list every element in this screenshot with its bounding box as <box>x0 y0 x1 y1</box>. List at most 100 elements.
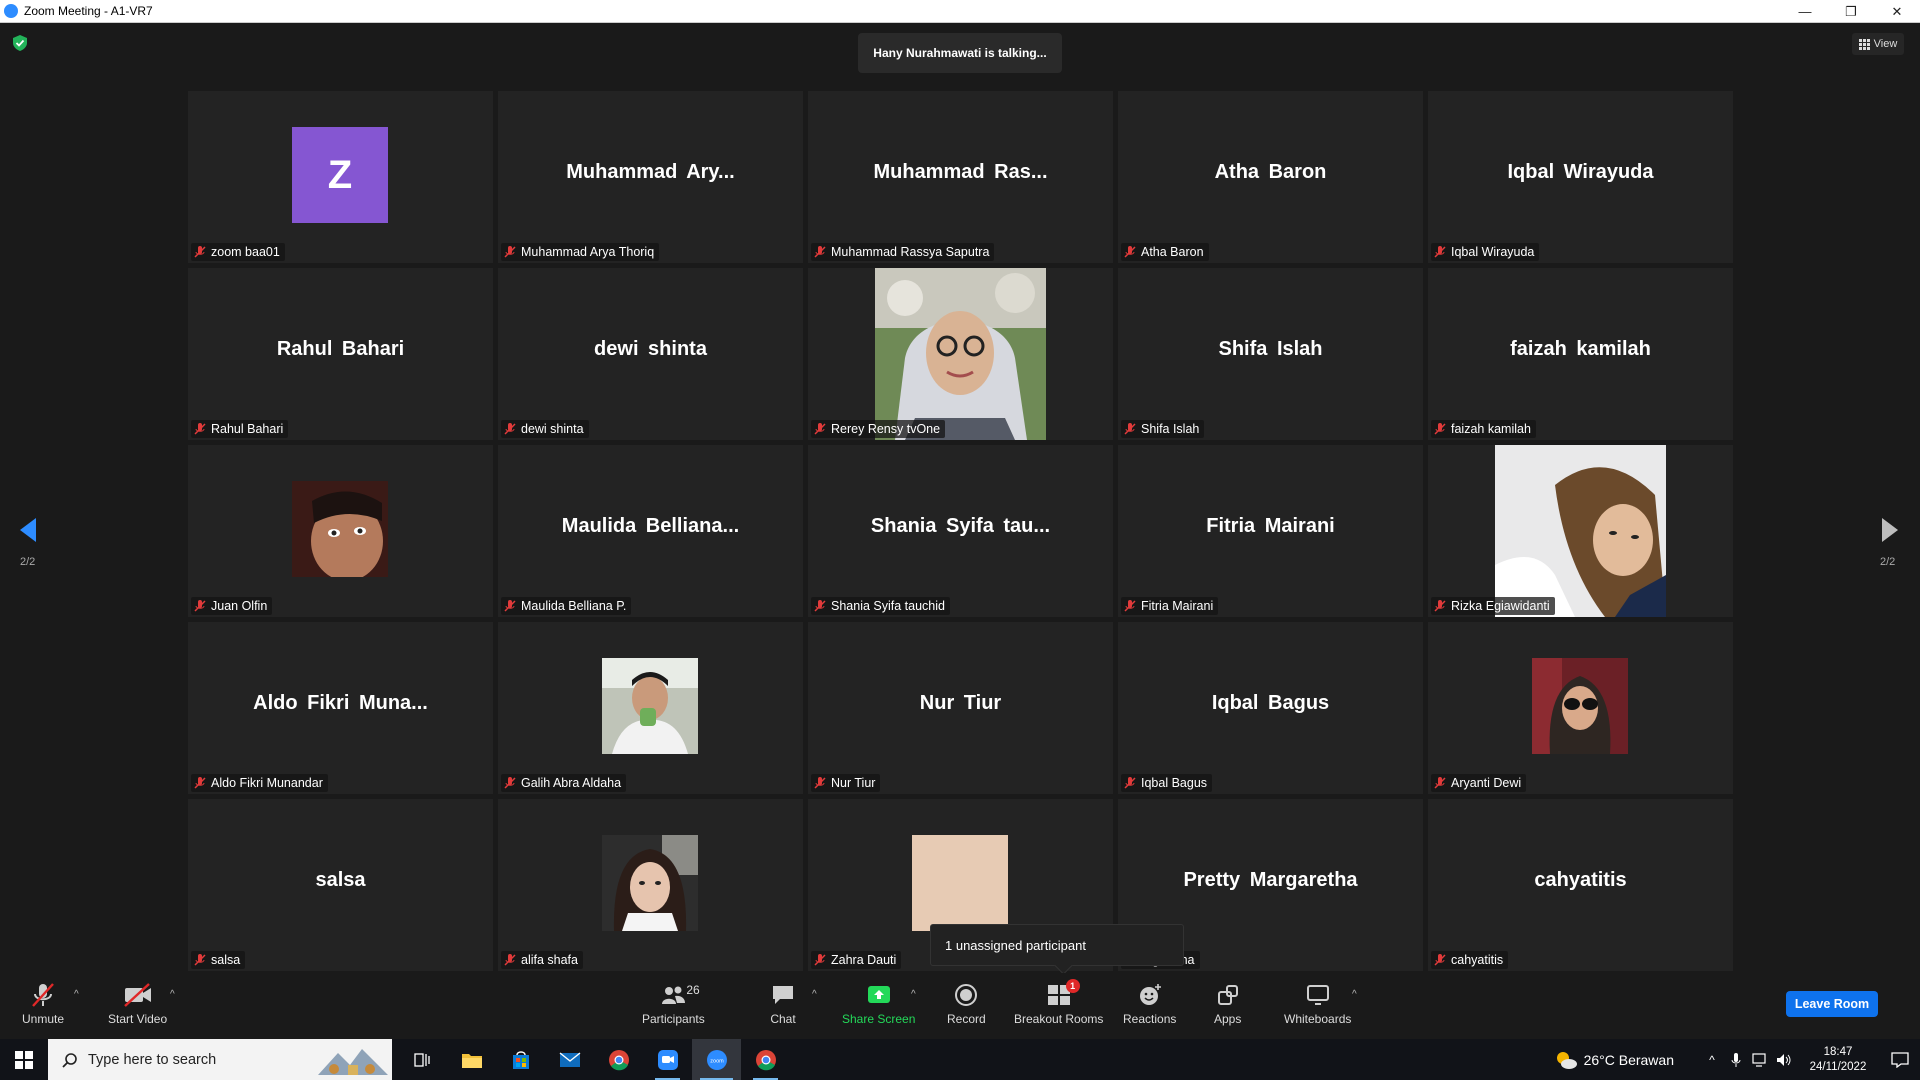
participant-tile[interactable]: Muhammad Ras... Muhammad Rassya Saputra <box>808 91 1113 263</box>
participant-tile[interactable]: Nur Tiur Nur Tiur <box>808 622 1113 794</box>
muted-mic-icon <box>194 600 206 612</box>
participant-name: Zahra Dauti <box>831 953 897 967</box>
task-view-icon[interactable] <box>398 1039 447 1080</box>
previous-page-arrow-icon[interactable] <box>16 516 38 544</box>
share-screen-button[interactable]: Share Screen <box>842 981 915 1026</box>
participant-tile[interactable]: Muhammad Ary... Muhammad Arya Thoriq <box>498 91 803 263</box>
microphone-icon[interactable] <box>1724 1052 1748 1068</box>
participant-display-name: Atha Baron <box>1214 161 1327 183</box>
muted-mic-icon <box>504 246 516 258</box>
svg-text:zoom: zoom <box>710 1058 724 1064</box>
muted-mic-icon <box>1124 423 1136 435</box>
volume-icon[interactable] <box>1772 1053 1796 1067</box>
participant-tile[interactable]: salsa salsa <box>188 799 493 971</box>
muted-mic-icon <box>1434 954 1446 966</box>
avatar: Z <box>292 127 388 223</box>
taskbar-clock[interactable]: 18:47 24/11/2022 <box>1802 1045 1874 1075</box>
chrome-icon[interactable] <box>594 1039 643 1080</box>
participant-nametag: salsa <box>191 951 246 969</box>
mail-icon[interactable] <box>545 1039 594 1080</box>
participant-nametag: cahyatitis <box>1431 951 1509 969</box>
participant-name: Rerey Rensy tvOne <box>831 422 941 436</box>
grid-view-icon <box>1858 38 1870 50</box>
participant-tile[interactable]: Atha Baron Atha Baron <box>1118 91 1423 263</box>
restore-button[interactable]: ❐ <box>1828 0 1874 23</box>
participant-tile[interactable]: Iqbal Bagus Iqbal Bagus <box>1118 622 1423 794</box>
zoom-meeting-icon[interactable]: zoom <box>692 1039 741 1080</box>
windows-logo-icon <box>15 1050 33 1069</box>
video-options-caret-icon[interactable]: ^ <box>170 989 175 1000</box>
reactions-button[interactable]: Reactions <box>1123 981 1176 1026</box>
chat-label: Chat <box>770 1012 796 1026</box>
zoom-app-icon <box>4 4 18 18</box>
participant-tile[interactable]: dewi shinta dewi shinta <box>498 268 803 440</box>
whiteboard-options-caret-icon[interactable]: ^ <box>1352 989 1357 1000</box>
microsoft-store-icon[interactable] <box>496 1039 545 1080</box>
network-icon[interactable] <box>1748 1052 1772 1067</box>
participant-tile[interactable]: Iqbal Wirayuda Iqbal Wirayuda <box>1428 91 1733 263</box>
participant-nametag: Atha Baron <box>1121 243 1209 261</box>
breakout-notification-badge: 1 <box>1065 979 1080 993</box>
unassigned-participant-tooltip[interactable]: 1 unassigned participant <box>930 924 1184 966</box>
chat-options-caret-icon[interactable]: ^ <box>812 989 817 1000</box>
participant-nametag: Iqbal Bagus <box>1121 774 1213 792</box>
chat-button[interactable]: Chat <box>770 981 796 1026</box>
participant-nametag: Shania Syifa tauchid <box>811 597 950 615</box>
breakout-rooms-button[interactable]: 1 Breakout Rooms <box>1014 979 1103 1026</box>
participant-name: Muhammad Arya Thoriq <box>521 245 655 259</box>
participant-nametag: Rahul Bahari <box>191 420 289 438</box>
participant-tile[interactable]: Z zoom baa01 <box>188 91 493 263</box>
notification-center-icon[interactable] <box>1880 1051 1920 1068</box>
participant-video-feed <box>875 268 1046 440</box>
view-button[interactable]: View <box>1852 33 1904 55</box>
participant-tile[interactable]: Fitria Mairani Fitria Mairani <box>1118 445 1423 617</box>
close-button[interactable]: ✕ <box>1874 0 1920 23</box>
chrome-window-icon[interactable] <box>741 1039 790 1080</box>
weather-widget[interactable]: 26°C Berawan <box>1554 1050 1674 1070</box>
start-button[interactable] <box>0 1039 48 1080</box>
participant-tile[interactable]: faizah kamilah faizah kamilah <box>1428 268 1733 440</box>
participant-name: Aryanti Dewi <box>1451 776 1522 790</box>
participant-nametag: alifa shafa <box>501 951 583 969</box>
start-video-button[interactable]: Start Video <box>108 981 167 1026</box>
participant-tile[interactable]: Shania Syifa tau... Shania Syifa tauchid <box>808 445 1113 617</box>
leave-room-button[interactable]: Leave Room <box>1786 991 1878 1017</box>
minimize-button[interactable]: — <box>1782 0 1828 23</box>
record-button[interactable]: Record <box>947 981 986 1026</box>
participant-display-name: Rahul Bahari <box>276 338 405 360</box>
participant-tile[interactable]: Rizka Egiawidanti <box>1428 445 1733 617</box>
participant-tile[interactable]: alifa shafa <box>498 799 803 971</box>
participant-tile[interactable]: Juan Olfin <box>188 445 493 617</box>
zoom-chat-icon[interactable] <box>643 1039 692 1080</box>
participant-nametag: Rerey Rensy tvOne <box>811 420 946 438</box>
audio-options-caret-icon[interactable]: ^ <box>74 989 79 1000</box>
participant-tile[interactable]: Rahul Bahari Rahul Bahari <box>188 268 493 440</box>
chat-bubble-icon <box>773 986 793 1004</box>
muted-mic-icon <box>1434 423 1446 435</box>
taskbar-search-box[interactable]: Type here to search <box>48 1039 392 1080</box>
file-explorer-icon[interactable] <box>447 1039 496 1080</box>
share-options-caret-icon[interactable]: ^ <box>911 989 916 1000</box>
muted-mic-icon <box>504 777 516 789</box>
participant-tile[interactable]: Aldo Fikri Muna... Aldo Fikri Munandar <box>188 622 493 794</box>
security-shield-icon[interactable] <box>13 35 27 51</box>
participant-nametag: Maulida Belliana P. <box>501 597 632 615</box>
next-page-arrow-icon[interactable] <box>1880 516 1902 544</box>
participants-button[interactable]: 26 Participants <box>642 981 705 1026</box>
show-hidden-icons-chevron-icon[interactable]: ^ <box>1700 1053 1724 1067</box>
participant-avatar-photo <box>1532 658 1628 754</box>
participant-display-name: Iqbal Wirayuda <box>1507 161 1654 183</box>
participant-tile[interactable]: Galih Abra Aldaha <box>498 622 803 794</box>
muted-mic-icon <box>504 600 516 612</box>
meeting-toolbar: Unmute ^ Start Video ^ 26 Participants C… <box>0 973 1920 1039</box>
unmute-button[interactable]: Unmute <box>22 981 64 1026</box>
whiteboards-button[interactable]: Whiteboards <box>1284 981 1351 1026</box>
participant-tile[interactable]: Shifa Islah Shifa Islah <box>1118 268 1423 440</box>
participant-name: Shania Syifa tauchid <box>831 599 945 613</box>
participant-tile[interactable]: Aryanti Dewi <box>1428 622 1733 794</box>
participant-tile[interactable]: Maulida Belliana... Maulida Belliana P. <box>498 445 803 617</box>
participant-nametag: Iqbal Wirayuda <box>1431 243 1540 261</box>
participant-tile[interactable]: Rerey Rensy tvOne <box>808 268 1113 440</box>
apps-button[interactable]: Apps <box>1214 981 1241 1026</box>
participant-tile[interactable]: cahyatitis cahyatitis <box>1428 799 1733 971</box>
